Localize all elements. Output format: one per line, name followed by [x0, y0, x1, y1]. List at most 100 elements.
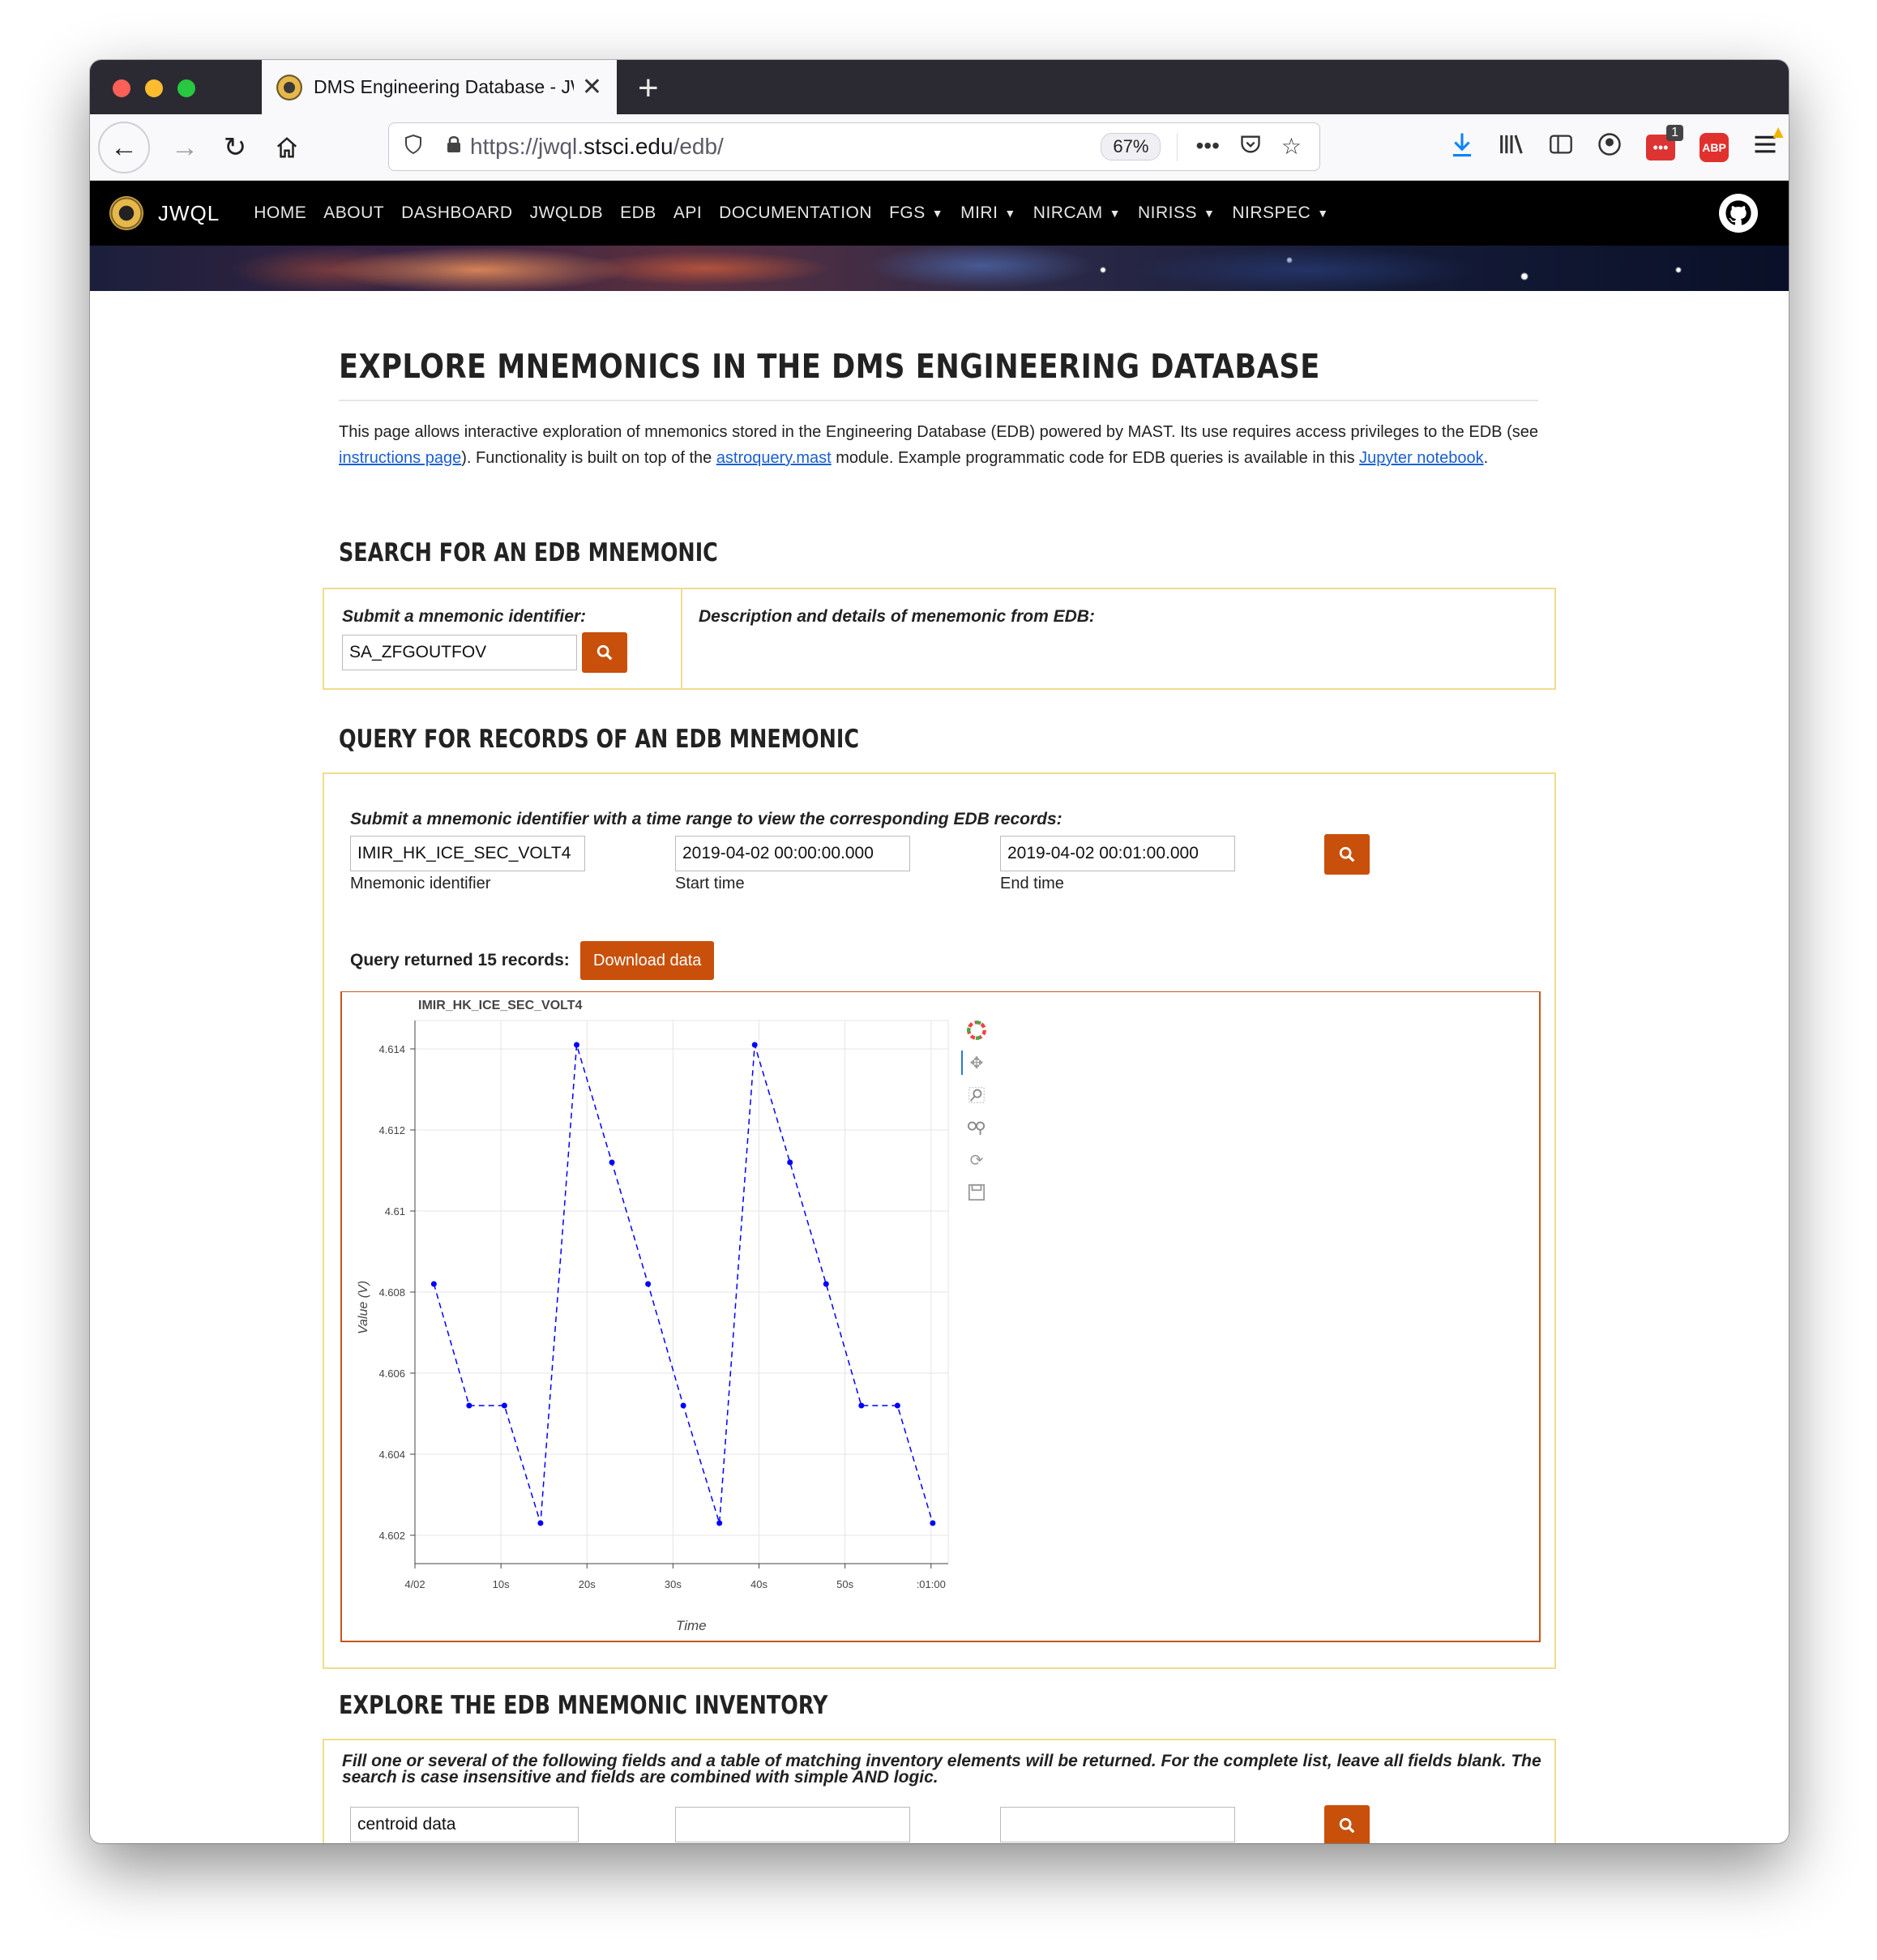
inventory-field-3[interactable]: [1000, 1807, 1235, 1842]
close-window-button[interactable]: [113, 79, 130, 97]
data-point: [609, 1159, 615, 1166]
data-point: [716, 1520, 723, 1526]
data-point: [537, 1520, 544, 1526]
x-axis-label: Time: [676, 1618, 707, 1633]
pan-tool-icon[interactable]: ✥: [966, 1052, 987, 1073]
y-tick-label: 4.614: [378, 1043, 405, 1055]
start-time-label: Start time: [675, 875, 745, 892]
nav-item-nirspec[interactable]: NIRSPEC ▼: [1232, 203, 1328, 223]
tab-close-icon[interactable]: ✕: [582, 73, 602, 101]
nav-item-label: MIRI: [960, 203, 998, 222]
query-mnemonic-input[interactable]: [350, 836, 585, 871]
maximize-window-button[interactable]: [177, 79, 195, 97]
extension-icon[interactable]: ••• 1: [1646, 125, 1683, 160]
download-data-button[interactable]: Download data: [580, 941, 715, 980]
data-point: [466, 1402, 472, 1409]
astroquery-mast-link[interactable]: astroquery.mast: [716, 449, 832, 467]
nav-item-api[interactable]: API: [673, 203, 702, 223]
nav-item-about[interactable]: ABOUT: [323, 203, 384, 223]
wheel-zoom-tool-icon[interactable]: [966, 1117, 987, 1138]
new-tab-icon[interactable]: +: [638, 68, 659, 109]
library-icon[interactable]: [1499, 132, 1524, 163]
box-zoom-tool-icon[interactable]: [966, 1085, 987, 1106]
query-search-button[interactable]: [1324, 834, 1370, 875]
time-series-chart[interactable]: 4.614 4.612 4.61 4.608 4.606 4.604 4.602 4/02 10…: [342, 992, 1007, 1641]
title-divider: [339, 400, 1538, 401]
adblock-icon[interactable]: ABP: [1700, 133, 1729, 162]
caret-down-icon: ▼: [1317, 207, 1329, 220]
intro-text-2: ). Functionality is built on top of the: [461, 449, 716, 467]
instructions-page-link[interactable]: instructions page: [339, 449, 461, 467]
nav-item-label: DOCUMENTATION: [719, 203, 873, 222]
query-box: Submit a mnemonic identifier with a time…: [323, 772, 1556, 1669]
forward-arrow-icon[interactable]: →: [161, 124, 208, 171]
inventory-field-1[interactable]: [350, 1807, 579, 1842]
mnemonic-identifier-label: Mnemonic identifier: [350, 875, 491, 892]
nav-item-dashboard[interactable]: DASHBOARD: [401, 203, 513, 223]
query-prompt: Submit a mnemonic identifier with a time…: [350, 810, 1062, 828]
nav-item-nircam[interactable]: NIRCAM ▼: [1033, 203, 1121, 223]
nav-item-label: JWQLDB: [529, 203, 604, 222]
inventory-search-button[interactable]: [1324, 1805, 1370, 1843]
reset-tool-icon[interactable]: ⟳: [966, 1149, 987, 1170]
mnemonic-search-input[interactable]: [342, 635, 577, 670]
extension-badge: 1: [1666, 125, 1683, 141]
x-tick-label: 50s: [836, 1578, 853, 1590]
jwql-logo-icon[interactable]: [109, 196, 143, 230]
y-tick-label: 4.61: [385, 1205, 405, 1218]
caret-down-icon: ▼: [1109, 207, 1121, 220]
address-bar[interactable]: https://jwql.stsci.edu/edb/ 67% ••• ☆: [388, 122, 1320, 171]
nav-item-niriss[interactable]: NIRISS ▼: [1138, 203, 1215, 223]
nav-item-fgs[interactable]: FGS ▼: [889, 203, 943, 223]
tab-bar: DMS Engineering Database - JWQL ✕ +: [90, 60, 1789, 114]
nav-item-label: EDB: [620, 203, 656, 222]
end-time-input[interactable]: [1000, 836, 1235, 871]
page-actions-icon[interactable]: •••: [1195, 133, 1219, 161]
intro-paragraph: This page allows interactive exploration…: [339, 419, 1538, 471]
url-text[interactable]: https://jwql.stsci.edu/edb/: [470, 134, 1101, 160]
web-page: JWQL HOME ABOUT DASHBOARD JWQLDB EDB API DOCUM…: [90, 181, 1789, 1843]
bookmark-star-icon[interactable]: ☆: [1281, 133, 1302, 161]
tab-title: DMS Engineering Database - JWQL: [314, 76, 574, 97]
lock-icon[interactable]: [438, 135, 470, 160]
nav-brand[interactable]: JWQL: [158, 201, 220, 226]
menu-icon[interactable]: ▲: [1753, 122, 1787, 162]
search-section-heading: SEARCH FOR AN EDB MNEMONIC: [339, 538, 718, 567]
pocket-icon[interactable]: [1239, 133, 1262, 161]
data-point: [823, 1281, 829, 1287]
start-time-input[interactable]: [675, 836, 910, 871]
nav-item-jwqldb[interactable]: JWQLDB: [530, 203, 604, 223]
intro-text-1: This page allows interactive exploration…: [339, 423, 1538, 441]
active-tool-indicator: [961, 1051, 963, 1075]
account-icon[interactable]: [1597, 132, 1622, 163]
nav-item-edb[interactable]: EDB: [620, 203, 656, 223]
browser-toolbar: ← → ↻ https://jwql.stsci.edu/edb/ 67% ••…: [90, 114, 1789, 181]
x-tick-label: :01:00: [917, 1578, 946, 1590]
data-point: [645, 1281, 652, 1287]
inventory-field-2[interactable]: [675, 1807, 910, 1842]
home-icon[interactable]: [263, 124, 310, 171]
reload-icon[interactable]: ↻: [212, 124, 259, 171]
github-icon[interactable]: [1719, 194, 1758, 233]
caret-down-icon: ▼: [931, 207, 944, 220]
nav-item-label: FGS: [889, 203, 926, 222]
save-tool-icon[interactable]: [966, 1182, 987, 1203]
nav-item-label: NIRSPEC: [1232, 203, 1311, 222]
sidebar-icon[interactable]: [1549, 133, 1573, 162]
nav-item-miri[interactable]: MIRI ▼: [960, 203, 1016, 223]
data-point: [680, 1402, 686, 1409]
nav-item-home[interactable]: HOME: [254, 203, 306, 223]
minimize-window-button[interactable]: [145, 79, 163, 97]
nav-item-documentation[interactable]: DOCUMENTATION: [719, 203, 872, 223]
data-point: [930, 1520, 936, 1526]
download-icon[interactable]: [1450, 131, 1474, 164]
bokeh-logo-icon[interactable]: [966, 1020, 987, 1041]
mnemonic-search-button[interactable]: [582, 632, 627, 673]
nav-item-label: ABOUT: [323, 203, 385, 222]
back-arrow-icon[interactable]: ←: [98, 122, 150, 173]
zoom-level-badge[interactable]: 67%: [1101, 133, 1161, 160]
jupyter-notebook-link[interactable]: Jupyter notebook: [1359, 449, 1483, 467]
query-section-heading: QUERY FOR RECORDS OF AN EDB MNEMONIC: [339, 725, 860, 754]
browser-tab-active[interactable]: DMS Engineering Database - JWQL ✕: [262, 60, 617, 114]
shield-icon[interactable]: [389, 134, 438, 160]
